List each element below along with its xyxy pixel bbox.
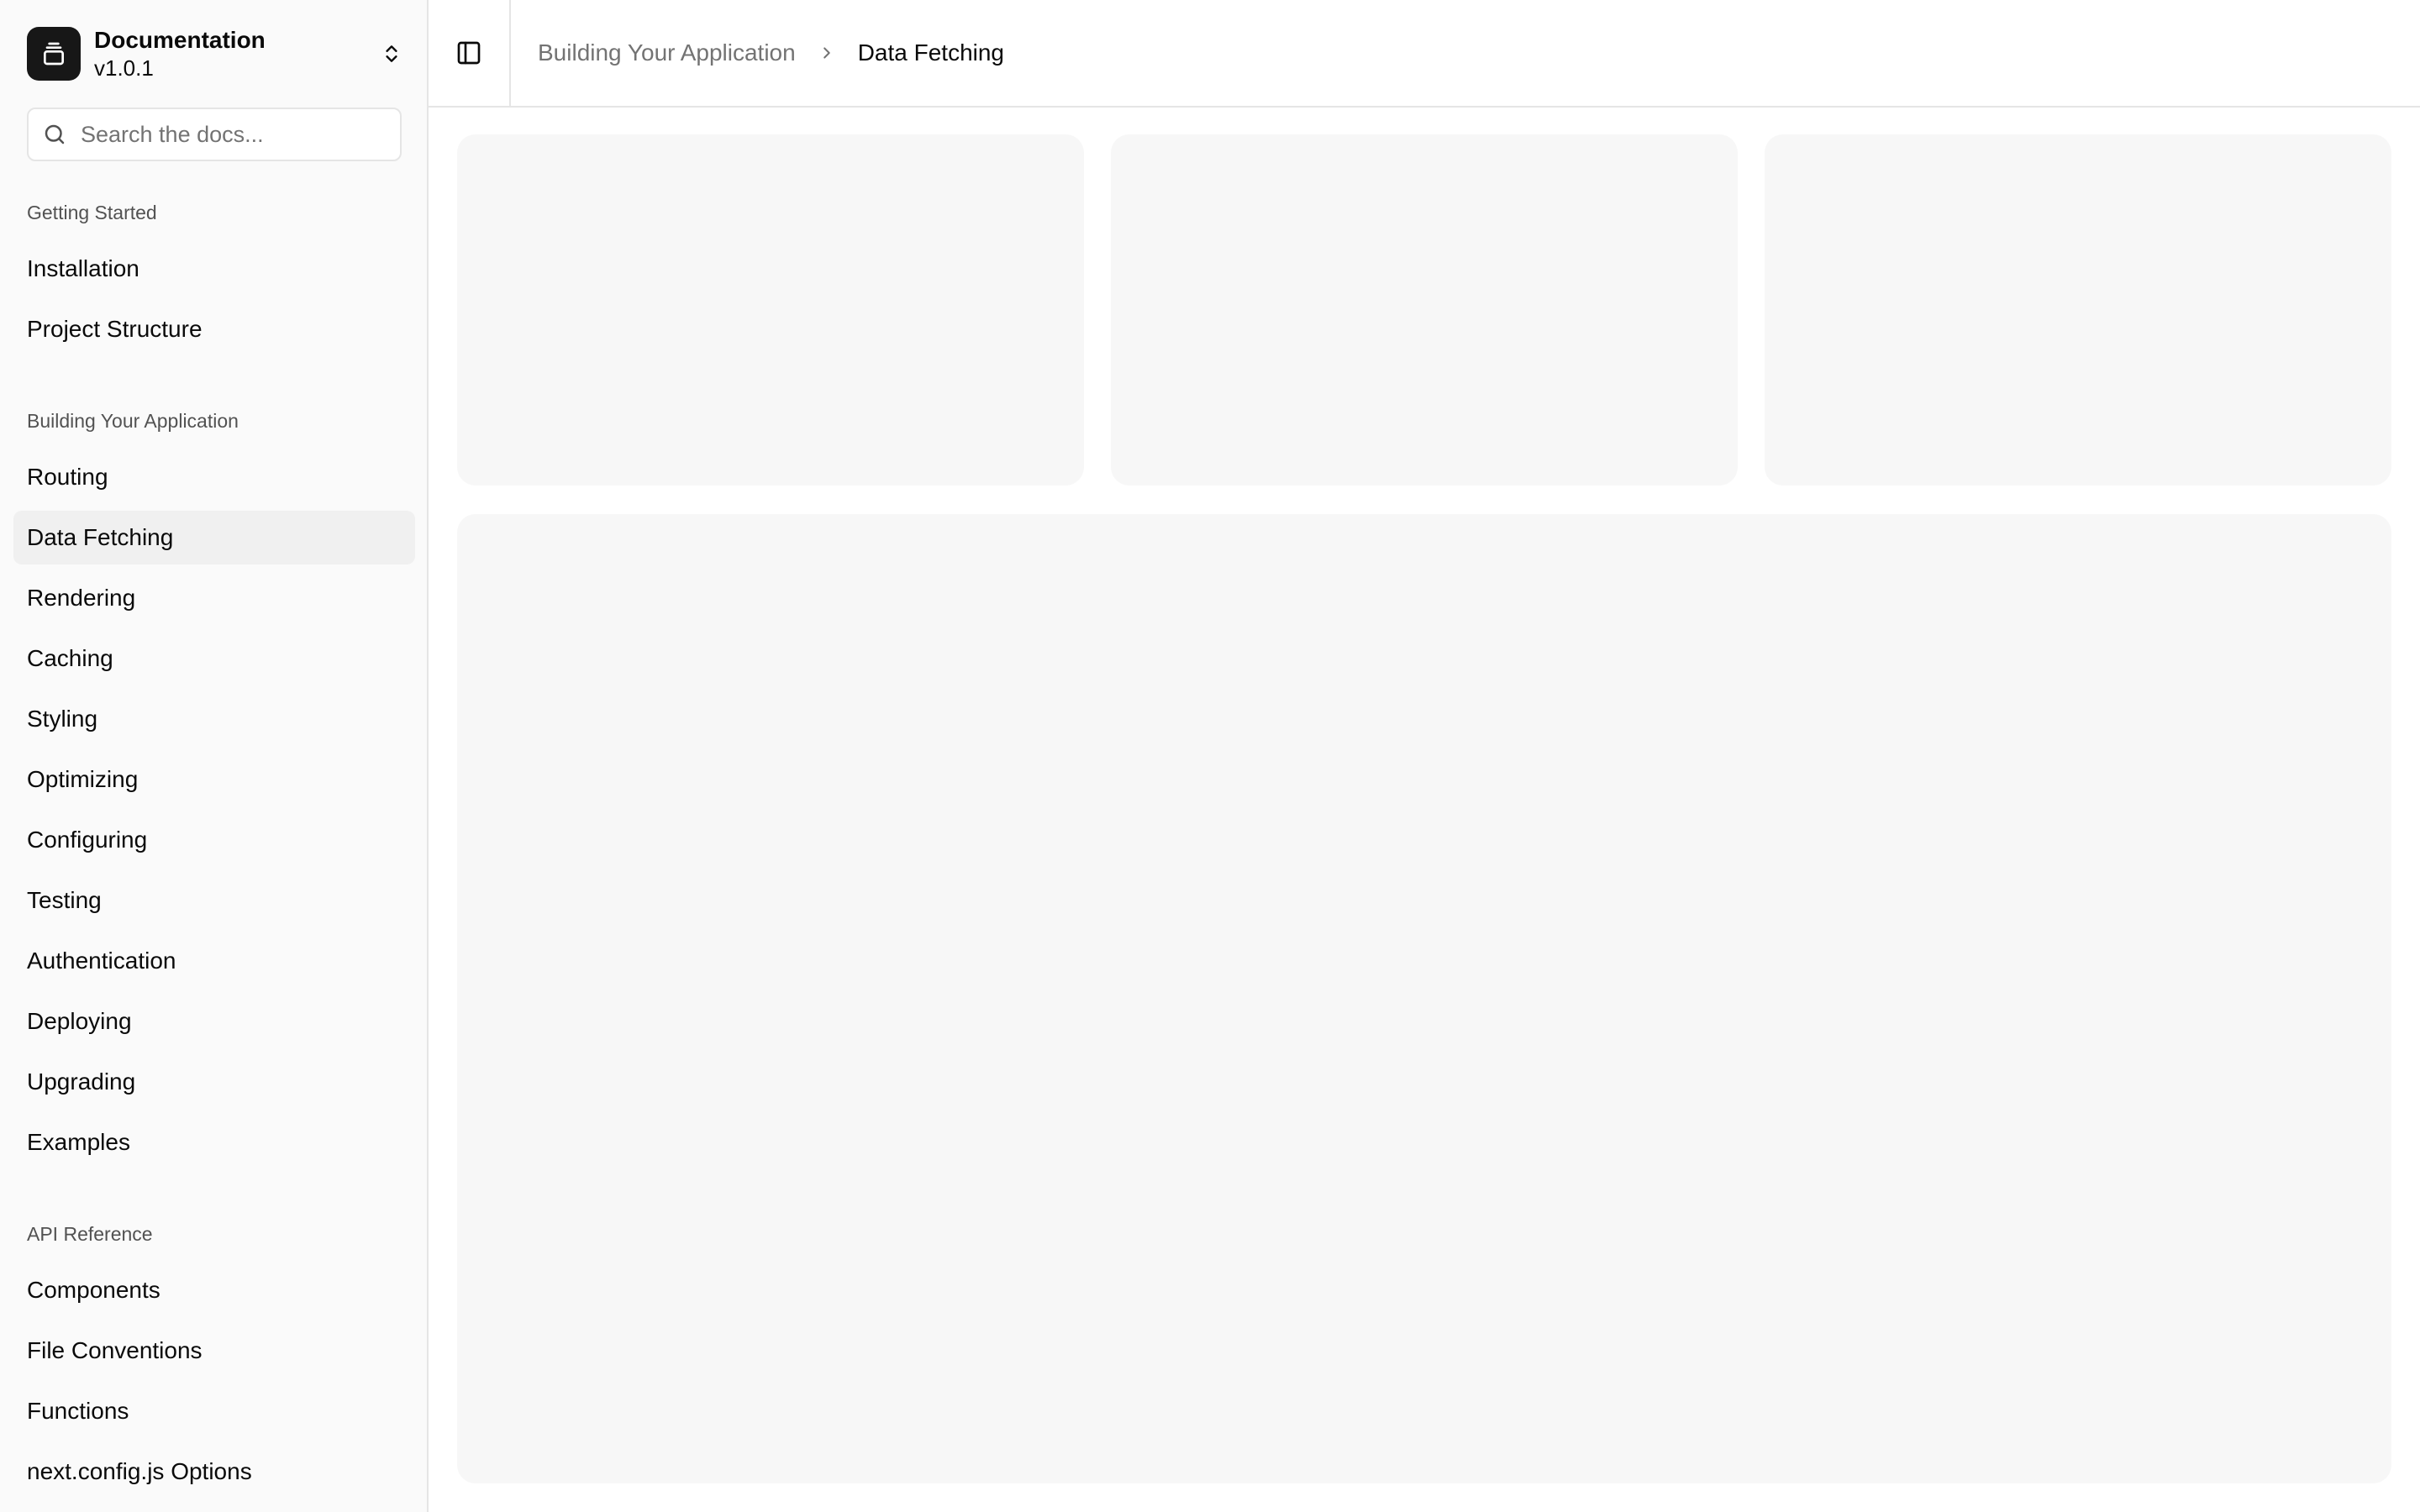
search-box[interactable]: [27, 108, 402, 161]
app-title: Documentation: [94, 26, 266, 53]
sidebar-item-rendering[interactable]: Rendering: [13, 571, 415, 625]
sidebar-item-file-conventions[interactable]: File Conventions: [13, 1324, 415, 1378]
main-content: Building Your Application Data Fetching: [429, 0, 2420, 1512]
search-input[interactable]: [81, 121, 383, 148]
sidebar-item-next-config-options[interactable]: next.config.js Options: [13, 1445, 415, 1499]
team-switcher[interactable]: Documentation v1.0.1: [27, 27, 405, 81]
sidebar-toggle-button[interactable]: [429, 0, 511, 106]
app-shell: Documentation v1.0.1 Getting Started Ins: [0, 0, 2420, 1512]
sidebar-item-deploying[interactable]: Deploying: [13, 995, 415, 1048]
chevron-right-icon: [818, 44, 836, 62]
sidebar-item-styling[interactable]: Styling: [13, 692, 415, 746]
group-label-api-reference: API Reference: [27, 1223, 153, 1245]
sidebar-item-caching[interactable]: Caching: [13, 632, 415, 685]
sidebar-item-testing[interactable]: Testing: [13, 874, 415, 927]
top-bar: Building Your Application Data Fetching: [429, 0, 2420, 108]
breadcrumb: Building Your Application Data Fetching: [538, 39, 1004, 66]
sidebar: Documentation v1.0.1 Getting Started Ins: [0, 0, 429, 1512]
panel-left-icon: [455, 39, 482, 66]
sidebar-item-installation[interactable]: Installation: [13, 242, 415, 296]
chevrons-up-down-icon[interactable]: [378, 40, 405, 67]
brand-text: Documentation v1.0.1: [94, 26, 378, 82]
group-label-building-your-application: Building Your Application: [27, 410, 239, 432]
gallery-stack-icon: [27, 27, 81, 81]
sidebar-item-examples[interactable]: Examples: [13, 1116, 415, 1169]
sidebar-item-configuring[interactable]: Configuring: [13, 813, 415, 867]
placeholder-card-1: [457, 134, 1084, 486]
breadcrumb-current-page: Data Fetching: [857, 39, 1005, 66]
sidebar-item-upgrading[interactable]: Upgrading: [13, 1055, 415, 1109]
sidebar-item-components[interactable]: Components: [13, 1263, 415, 1317]
placeholder-content-panel: [457, 514, 2391, 1483]
breadcrumb-parent-link[interactable]: Building Your Application: [538, 39, 796, 66]
placeholder-card-3: [1765, 134, 2391, 486]
sidebar-item-functions[interactable]: Functions: [13, 1384, 415, 1438]
sidebar-item-project-structure[interactable]: Project Structure: [13, 302, 415, 356]
app-version: v1.0.1: [94, 55, 154, 81]
sidebar-item-authentication[interactable]: Authentication: [13, 934, 415, 988]
search-icon: [42, 122, 67, 147]
sidebar-item-routing[interactable]: Routing: [13, 450, 415, 504]
group-label-getting-started: Getting Started: [27, 202, 157, 223]
placeholder-card-2: [1111, 134, 1738, 486]
sidebar-item-optimizing[interactable]: Optimizing: [13, 753, 415, 806]
sidebar-item-data-fetching[interactable]: Data Fetching: [13, 511, 415, 564]
